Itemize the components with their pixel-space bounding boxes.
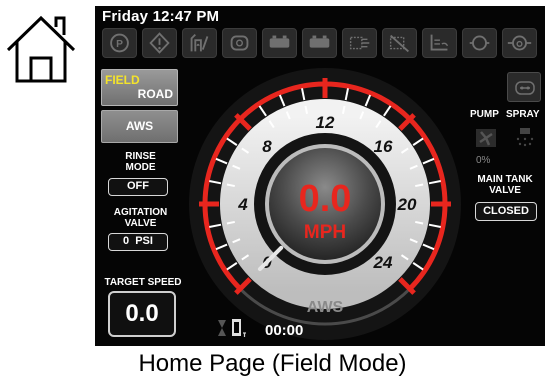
gauge-tick-label: 20 xyxy=(397,195,417,214)
timer-icon xyxy=(232,319,246,337)
timer-icons xyxy=(212,316,254,340)
transmission-icon xyxy=(382,28,417,58)
timer-value: 00:00 xyxy=(265,322,304,339)
display-screen: Friday 12:47 PM P FIELD ROAD AWS RINSE M… xyxy=(95,6,545,346)
park-icon: P xyxy=(102,28,137,58)
agitation-valve-button[interactable]: 0 PSI xyxy=(108,233,168,251)
target-speed-title: TARGET SPEED xyxy=(104,277,182,288)
speed-unit: MPH xyxy=(304,222,346,243)
gauge-tick-label: 16 xyxy=(374,137,393,156)
main-tank-title-line1: MAIN TANK xyxy=(477,174,533,185)
dpf-icon xyxy=(502,28,537,58)
spray-nozzle-icon xyxy=(513,127,537,149)
speedometer: 04812162024 0.0 MPH AWS xyxy=(189,68,461,340)
gauge-tick-label: 4 xyxy=(237,195,248,214)
gauge-tick-label: 8 xyxy=(262,137,272,156)
gauge-tick-label: 24 xyxy=(373,253,393,272)
main-tank-valve-title: MAIN TANK VALVE xyxy=(467,174,543,196)
filter-icon xyxy=(462,28,497,58)
rinse-title-line1: RINSE xyxy=(125,151,156,162)
main-tank-valve-button[interactable]: CLOSED xyxy=(475,202,537,221)
tank-button-icon[interactable] xyxy=(507,72,541,102)
gauge-aws-label: AWS xyxy=(307,299,344,316)
svg-text:P: P xyxy=(116,39,123,50)
road-mode-label: ROAD xyxy=(137,87,173,101)
rinse-mode-button[interactable]: OFF xyxy=(108,178,168,196)
hourglass-icon xyxy=(218,320,226,336)
spray-label: SPRAY xyxy=(506,109,540,120)
agitation-valve-title: AGITATION VALVE xyxy=(103,207,178,229)
battery-icon-2 xyxy=(302,28,337,58)
rinse-mode-title: RINSE MODE xyxy=(103,151,178,173)
engine-icon xyxy=(222,28,257,58)
aws-button[interactable]: AWS xyxy=(101,110,178,143)
gauge-tick-label: 12 xyxy=(316,113,335,132)
agitation-value: 0 xyxy=(123,235,130,247)
pump-label: PUMP xyxy=(470,109,499,120)
rinse-title-line2: MODE xyxy=(125,162,156,173)
coolant-icon xyxy=(342,28,377,58)
speed-value: 0.0 xyxy=(299,178,352,220)
clock-text: Friday 12:47 PM xyxy=(102,8,220,25)
warning-icon xyxy=(142,28,177,58)
main-tank-title-line2: VALVE xyxy=(489,185,521,196)
hydraulic-icon xyxy=(422,28,457,58)
caption: Home Page (Field Mode) xyxy=(138,350,407,377)
fuel-icon xyxy=(182,28,217,58)
target-speed-button[interactable]: 0.0 xyxy=(108,291,176,337)
agitation-unit: PSI xyxy=(135,235,153,247)
battery-icon xyxy=(262,28,297,58)
pump-fan-icon xyxy=(475,128,497,148)
pump-percent: 0% xyxy=(476,155,491,166)
agitation-title-line2: VALVE xyxy=(124,218,157,229)
field-road-toggle[interactable]: FIELD ROAD xyxy=(101,69,178,106)
home-icon[interactable] xyxy=(4,14,78,84)
field-mode-label: FIELD xyxy=(105,73,140,87)
status-icon-bar: P xyxy=(102,28,542,60)
agitation-title-line1: AGITATION xyxy=(113,207,168,218)
